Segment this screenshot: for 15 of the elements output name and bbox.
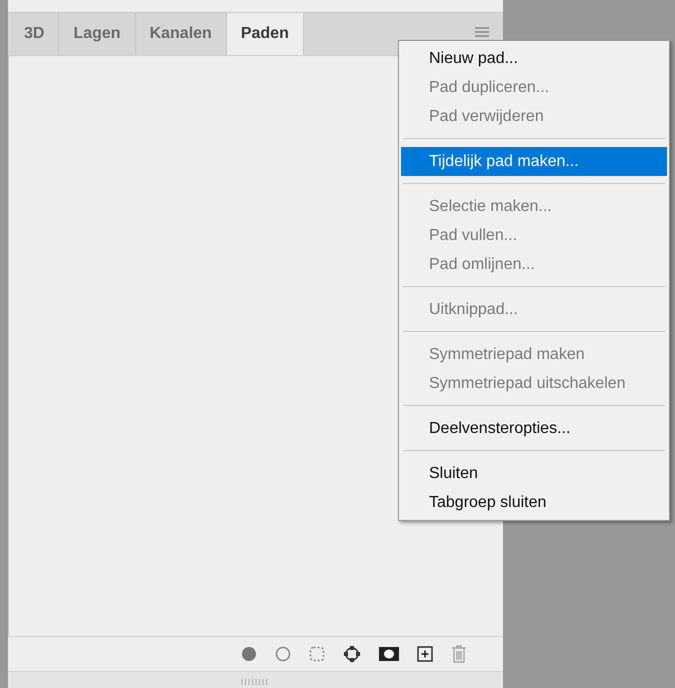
trash-icon[interactable] [451,645,467,663]
menu-item[interactable]: Nieuw pad... [401,44,667,73]
menu-item[interactable]: Deelvensteropties... [401,414,667,443]
new-path-icon[interactable] [417,646,433,662]
menu-icon[interactable] [475,27,489,37]
circle-outline-icon[interactable] [275,646,291,662]
panel-tab[interactable]: Paden [226,13,304,55]
mask-icon[interactable] [379,647,399,661]
menu-item[interactable]: Tabgroep sluiten [401,488,667,517]
menu-item[interactable]: Tijdelijk pad maken... [401,147,667,176]
path-anchor-icon[interactable] [343,645,361,663]
menu-item[interactable]: Sluiten [401,459,667,488]
filled-circle-icon[interactable] [241,646,257,662]
resize-grip-icon[interactable] [240,679,270,685]
dashed-selection-icon[interactable] [309,646,325,662]
